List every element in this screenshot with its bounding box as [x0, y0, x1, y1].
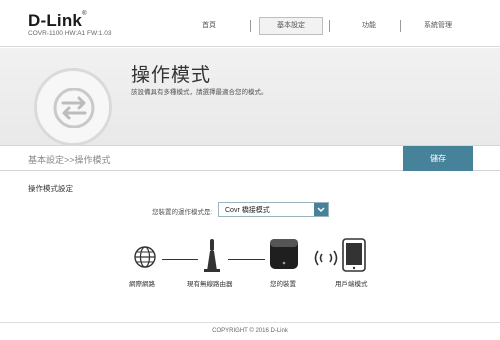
operation-mode-select[interactable]: Covr 橋接模式: [218, 202, 329, 217]
internet-label: 網際網路: [129, 281, 155, 288]
breadcrumb: 基本設定>>操作模式: [28, 155, 111, 165]
mode-label: 您裝置的運作模式是:: [152, 209, 213, 216]
nav-separator: [329, 20, 330, 32]
footer-divider: [0, 322, 500, 323]
router-icon: [202, 237, 222, 278]
nav-separator: [250, 20, 251, 32]
copyright: COPYRIGHT © 2016 D-Link: [212, 328, 288, 334]
banner-icon-circle: [34, 68, 112, 146]
page-title: 操作模式: [131, 65, 212, 86]
mode-select-value: Covr 橋接模式: [225, 207, 270, 214]
nav-home[interactable]: 首頁: [174, 17, 244, 35]
tablet-icon: [342, 238, 366, 277]
section-title: 操作模式設定: [28, 184, 73, 193]
globe-icon: [133, 245, 157, 274]
covr-device-icon: [268, 236, 300, 277]
chevron-down-icon[interactable]: [314, 203, 328, 216]
brand-text: D-Link: [28, 11, 83, 30]
router-label: 現有無線路由器: [187, 281, 233, 288]
client-label: 用戶端模式: [335, 281, 368, 288]
swap-arrows-icon: [53, 88, 95, 128]
save-button[interactable]: 儲存: [403, 146, 473, 171]
link-line: [162, 259, 198, 260]
page-banner: 操作模式 該設備具有多種模式，請選擇最適合您的模式。: [0, 48, 500, 146]
device-label: 您的裝置: [270, 281, 296, 288]
nav-separator: [400, 20, 401, 32]
nav-features[interactable]: 功能: [334, 17, 404, 35]
page-description: 該設備具有多種模式，請選擇最適合您的模式。: [131, 89, 268, 96]
header: D-Link® COVR-1100 HW:A1 FW:1.03 首頁 基本設定 …: [0, 0, 500, 47]
link-line: [228, 259, 265, 260]
nav-management[interactable]: 系統管理: [404, 17, 472, 35]
model-info: COVR-1100 HW:A1 FW:1.03: [28, 30, 112, 37]
dlink-logo: D-Link®: [28, 11, 87, 30]
nav-basic-settings[interactable]: 基本設定: [259, 17, 323, 35]
wireless-signal-icon: [312, 247, 340, 274]
